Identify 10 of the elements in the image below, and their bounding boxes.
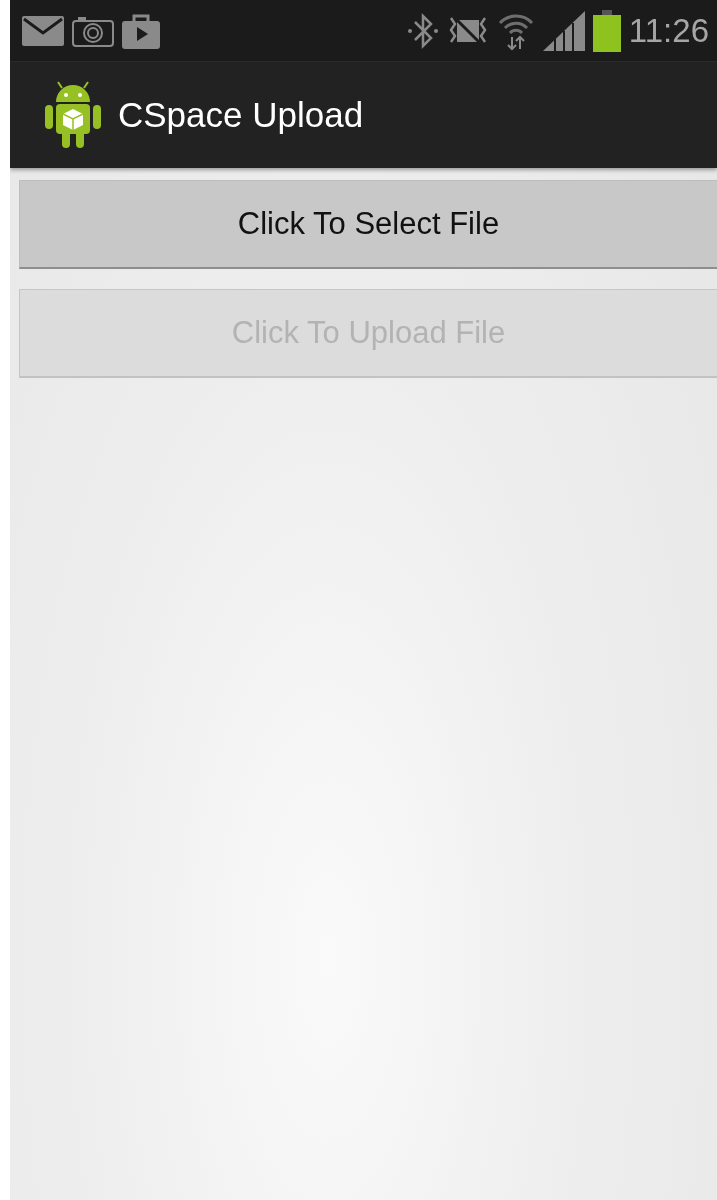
signal-icon xyxy=(542,10,585,51)
shopping-bag-icon xyxy=(122,12,160,49)
android-robot-icon xyxy=(42,80,104,150)
camera-icon xyxy=(72,14,114,47)
app-title: CSpace Upload xyxy=(118,95,364,135)
battery-icon xyxy=(592,9,621,52)
bluetooth-icon xyxy=(406,11,439,50)
clock-time: 11:26 xyxy=(628,11,709,50)
mail-icon xyxy=(22,15,64,46)
select-file-button[interactable]: Click To Select File xyxy=(19,180,717,269)
